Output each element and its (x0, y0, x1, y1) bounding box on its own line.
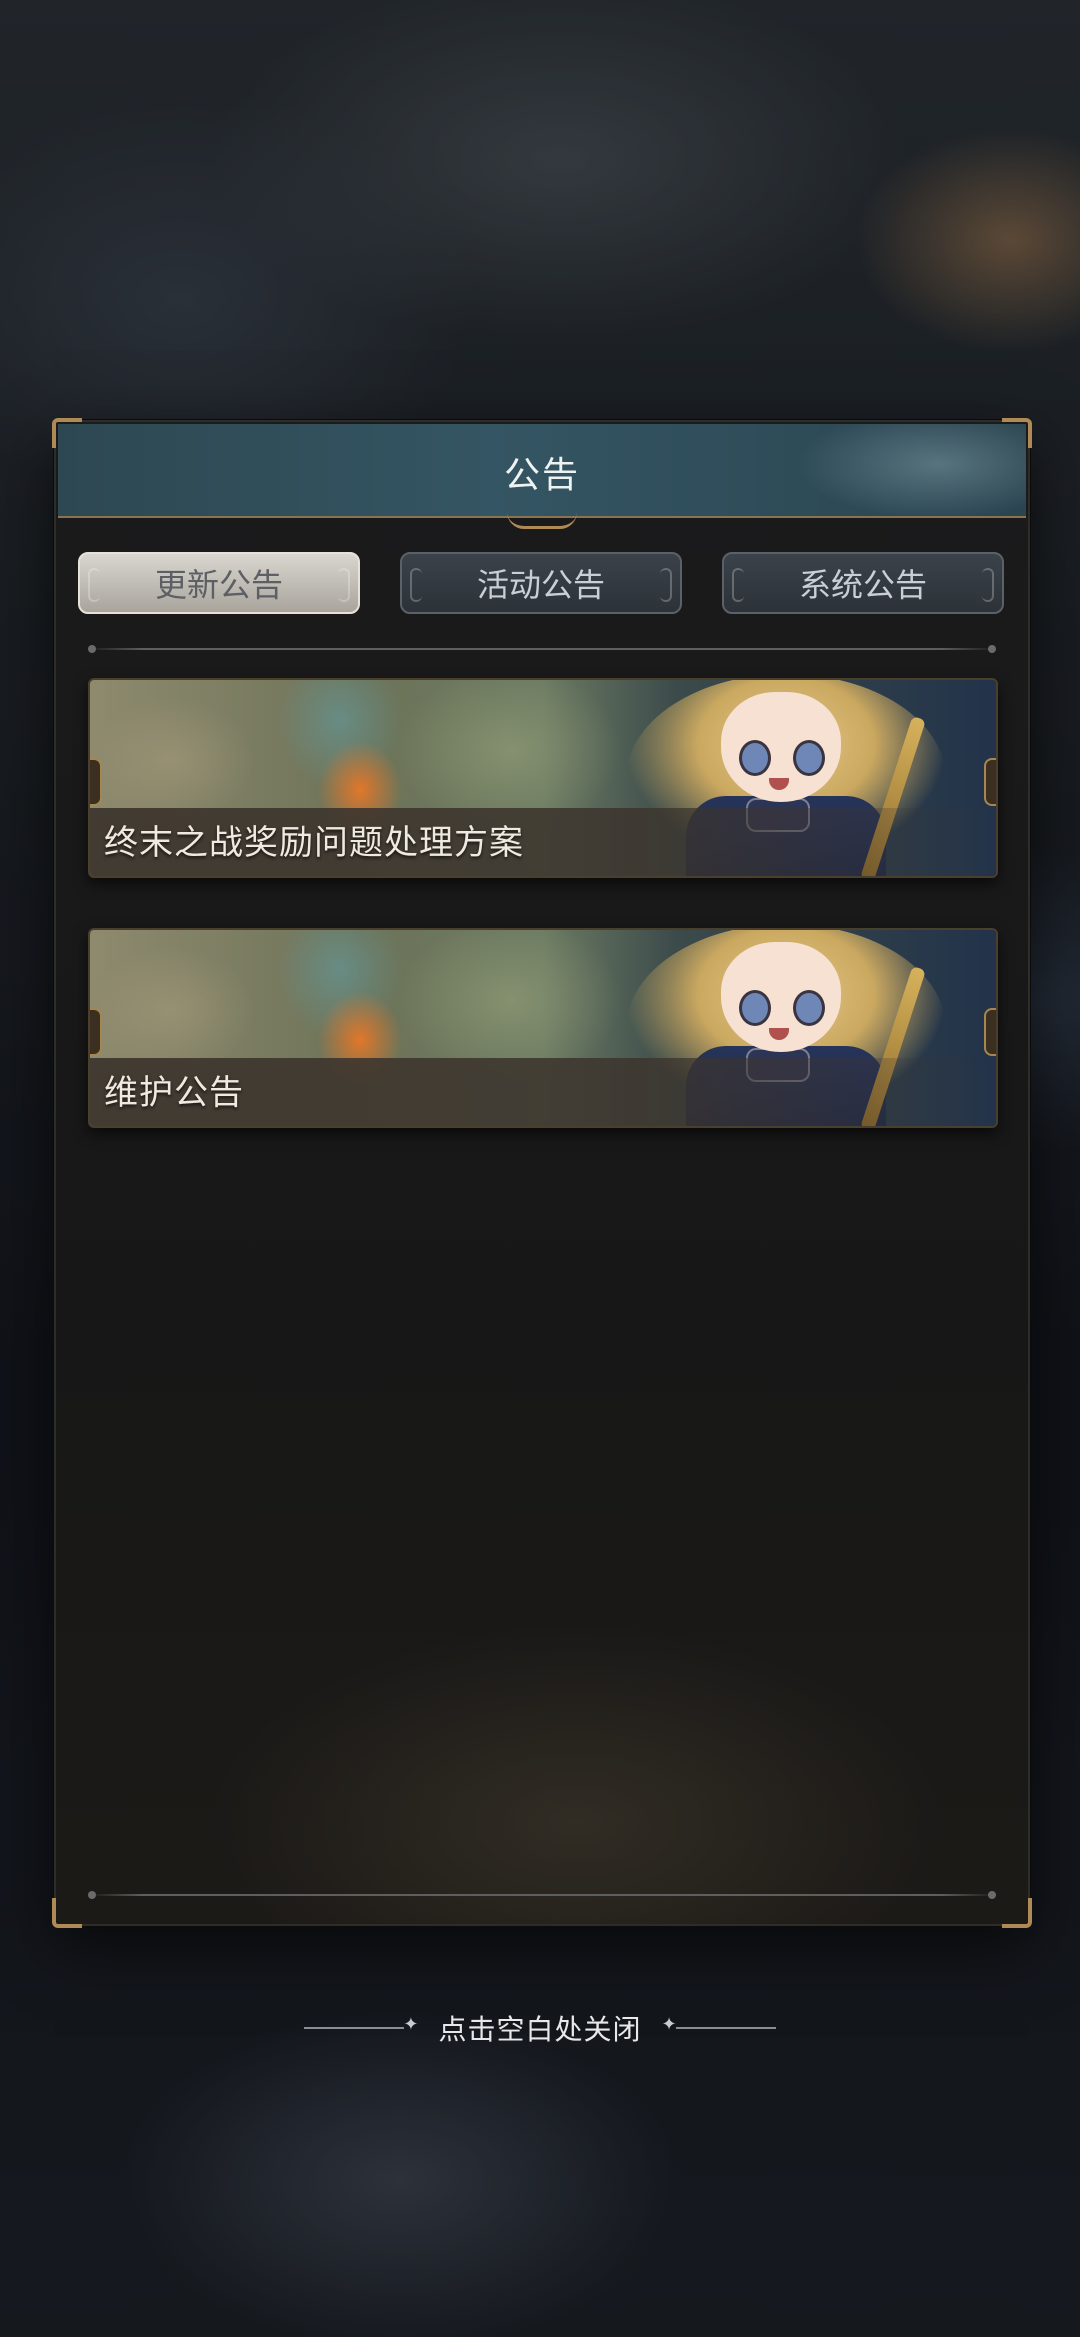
notice-card[interactable]: 维护公告 (88, 928, 998, 1128)
notice-title: 维护公告 (104, 1073, 244, 1113)
tab-system-announcements[interactable]: 系统公告 (722, 552, 1004, 614)
tab-event-announcements[interactable]: 活动公告 (400, 552, 682, 614)
divider (88, 645, 996, 653)
notice-title: 终末之战奖励问题处理方案 (104, 823, 524, 863)
hint-ornament-right (662, 2014, 776, 2035)
panel-title: 公告 (503, 455, 580, 496)
header-ornament (507, 512, 577, 529)
tab-label: 更新公告 (154, 566, 283, 604)
card-side-ornament (984, 758, 996, 806)
close-hint-text: 点击空白处关闭 (438, 2013, 642, 2046)
card-side-ornament (90, 1008, 102, 1056)
tab-label: 系统公告 (798, 566, 927, 604)
tab-update-announcements[interactable]: 更新公告 (78, 552, 360, 614)
tab-bar: 更新公告 活动公告 系统公告 (78, 552, 1006, 616)
hint-ornament-left (304, 2014, 418, 2035)
notice-card[interactable]: 终末之战奖励问题处理方案 (88, 678, 998, 878)
corner-ornament (1002, 1898, 1032, 1928)
panel-header: 公告 (58, 424, 1026, 529)
card-side-ornament (984, 1008, 996, 1056)
tab-label: 活动公告 (476, 566, 605, 604)
corner-ornament (52, 1898, 82, 1928)
divider (88, 1891, 996, 1899)
announcement-panel: 公告 更新公告 活动公告 系统公告 终末之战奖励问题处理方案 维护公告 (52, 418, 1032, 1928)
card-side-ornament (90, 758, 102, 806)
close-hint[interactable]: 点击空白处关闭 (0, 2008, 1080, 2048)
